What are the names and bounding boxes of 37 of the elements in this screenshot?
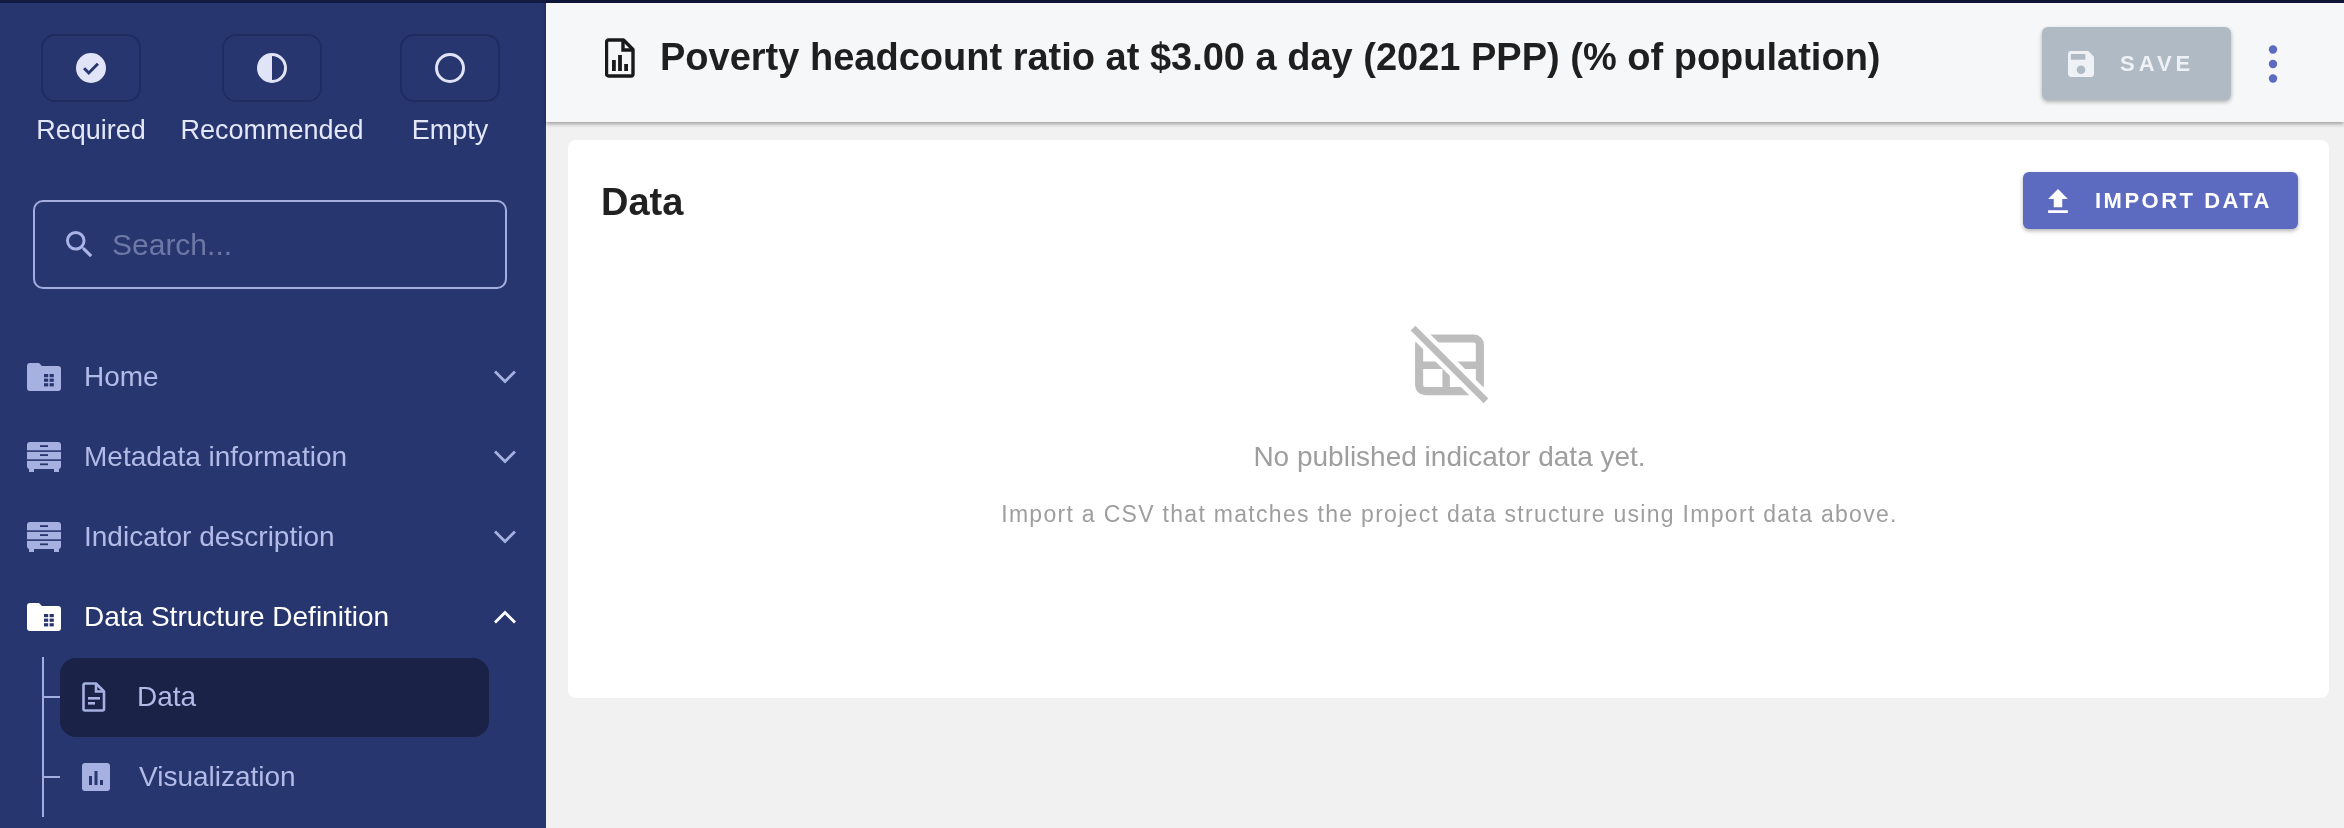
chevron-down-icon bbox=[493, 450, 517, 464]
panel-title: Data bbox=[601, 180, 684, 224]
more-icon[interactable] bbox=[2268, 44, 2278, 83]
filter-button[interactable] bbox=[400, 34, 500, 102]
nav-subitem[interactable]: Data bbox=[60, 657, 489, 737]
nav-item[interactable]: Data Structure Definition bbox=[0, 577, 546, 657]
filter-label: Empty bbox=[411, 114, 489, 146]
search-field[interactable]: Search... bbox=[33, 200, 507, 289]
cabinet-icon bbox=[27, 442, 61, 472]
crossed-table-icon bbox=[1408, 324, 1491, 405]
chevron-down-icon bbox=[493, 530, 517, 544]
chart-document-icon bbox=[605, 37, 635, 78]
page-title: Poverty headcount ratio at $3.00 a day (2021 PPP) (% of population) bbox=[660, 36, 1882, 79]
filter-button[interactable] bbox=[222, 34, 322, 102]
chevron-down-icon bbox=[493, 370, 517, 384]
cabinet-icon bbox=[27, 522, 61, 552]
save-icon bbox=[2068, 50, 2094, 77]
check-circle-icon bbox=[76, 53, 106, 83]
empty-state-hint: Import a CSV that matches the project data structure using Import data above. bbox=[1001, 500, 1898, 528]
nav-subitem[interactable]: Visualization bbox=[60, 737, 489, 817]
filter-label: Required bbox=[36, 114, 146, 146]
half-circle-icon bbox=[257, 53, 287, 83]
document-icon bbox=[82, 682, 106, 712]
upload-icon bbox=[2048, 188, 2068, 213]
search-icon bbox=[66, 231, 93, 258]
folder-icon bbox=[27, 363, 61, 391]
import-data-button[interactable]: IMPORT DATA bbox=[2023, 172, 2298, 229]
nav-item[interactable]: Metadata information bbox=[0, 417, 546, 497]
folder-icon bbox=[27, 603, 61, 631]
nav-item[interactable]: Home bbox=[0, 337, 546, 417]
empty-state-message: No published indicator data yet. bbox=[1253, 440, 1646, 473]
nav-item[interactable]: Indicator description bbox=[0, 497, 546, 577]
filter-label: Recommended bbox=[180, 114, 364, 146]
empty-circle-icon bbox=[435, 53, 465, 83]
bar-chart-icon bbox=[82, 763, 110, 791]
filter-button[interactable] bbox=[41, 34, 141, 102]
chevron-up-icon bbox=[493, 610, 517, 624]
